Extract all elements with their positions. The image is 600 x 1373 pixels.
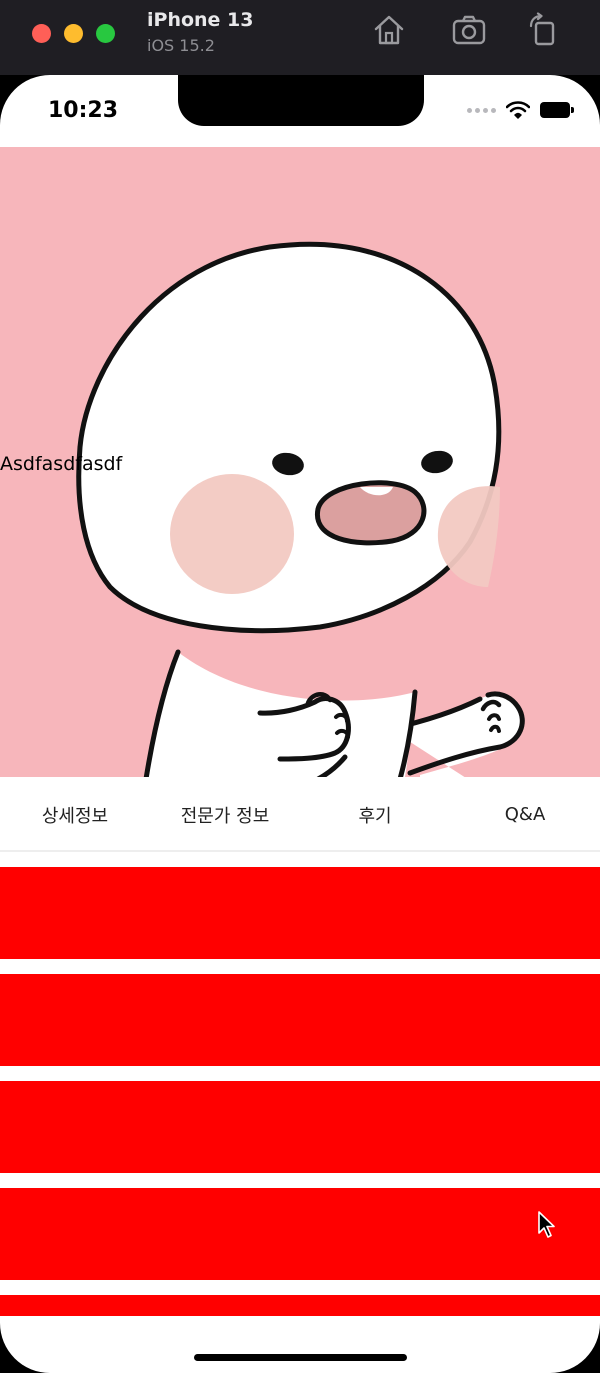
wifi-icon xyxy=(506,101,530,119)
simulator-titlebar: iPhone 13 iOS 15.2 xyxy=(0,0,600,75)
tab-reviews[interactable]: 후기 xyxy=(300,777,450,850)
tab-details[interactable]: 상세정보 xyxy=(0,777,150,850)
rotate-icon xyxy=(529,12,555,46)
status-time: 10:23 xyxy=(48,98,119,123)
content-list xyxy=(0,867,600,1331)
list-item[interactable] xyxy=(0,1188,600,1280)
hero-overlay-text: Asdfasdfasdf xyxy=(0,453,123,475)
list-item[interactable] xyxy=(0,1295,600,1316)
mouse-cursor-icon xyxy=(538,1211,555,1238)
detail-tabbar: 상세정보 전문가 정보 후기 Q&A xyxy=(0,777,600,852)
tab-qna[interactable]: Q&A xyxy=(450,777,600,850)
list-item[interactable] xyxy=(0,974,600,1066)
signal-dots-icon xyxy=(467,107,496,113)
status-icons xyxy=(467,99,574,121)
screenshot-button[interactable] xyxy=(451,12,487,48)
home-icon xyxy=(374,15,404,45)
zoom-window-button[interactable] xyxy=(96,24,115,43)
screenshot-icon xyxy=(452,15,486,45)
home-button[interactable] xyxy=(371,12,407,48)
device-screen: 10:23 Asdfasdfasdf 상세정보 전문가 정보 후기 Q&A xyxy=(0,75,600,1373)
device-notch xyxy=(178,75,424,126)
home-indicator[interactable] xyxy=(194,1354,407,1361)
list-item[interactable] xyxy=(0,1081,600,1173)
battery-icon xyxy=(540,102,574,118)
tab-expert-info[interactable]: 전문가 정보 xyxy=(150,777,300,850)
close-window-button[interactable] xyxy=(32,24,51,43)
list-item[interactable] xyxy=(0,867,600,959)
device-os-version: iOS 15.2 xyxy=(147,36,215,55)
minimize-window-button[interactable] xyxy=(64,24,83,43)
rotate-button[interactable] xyxy=(526,12,562,48)
device-name: iPhone 13 xyxy=(147,9,254,31)
hero-image: Asdfasdfasdf xyxy=(0,147,600,777)
